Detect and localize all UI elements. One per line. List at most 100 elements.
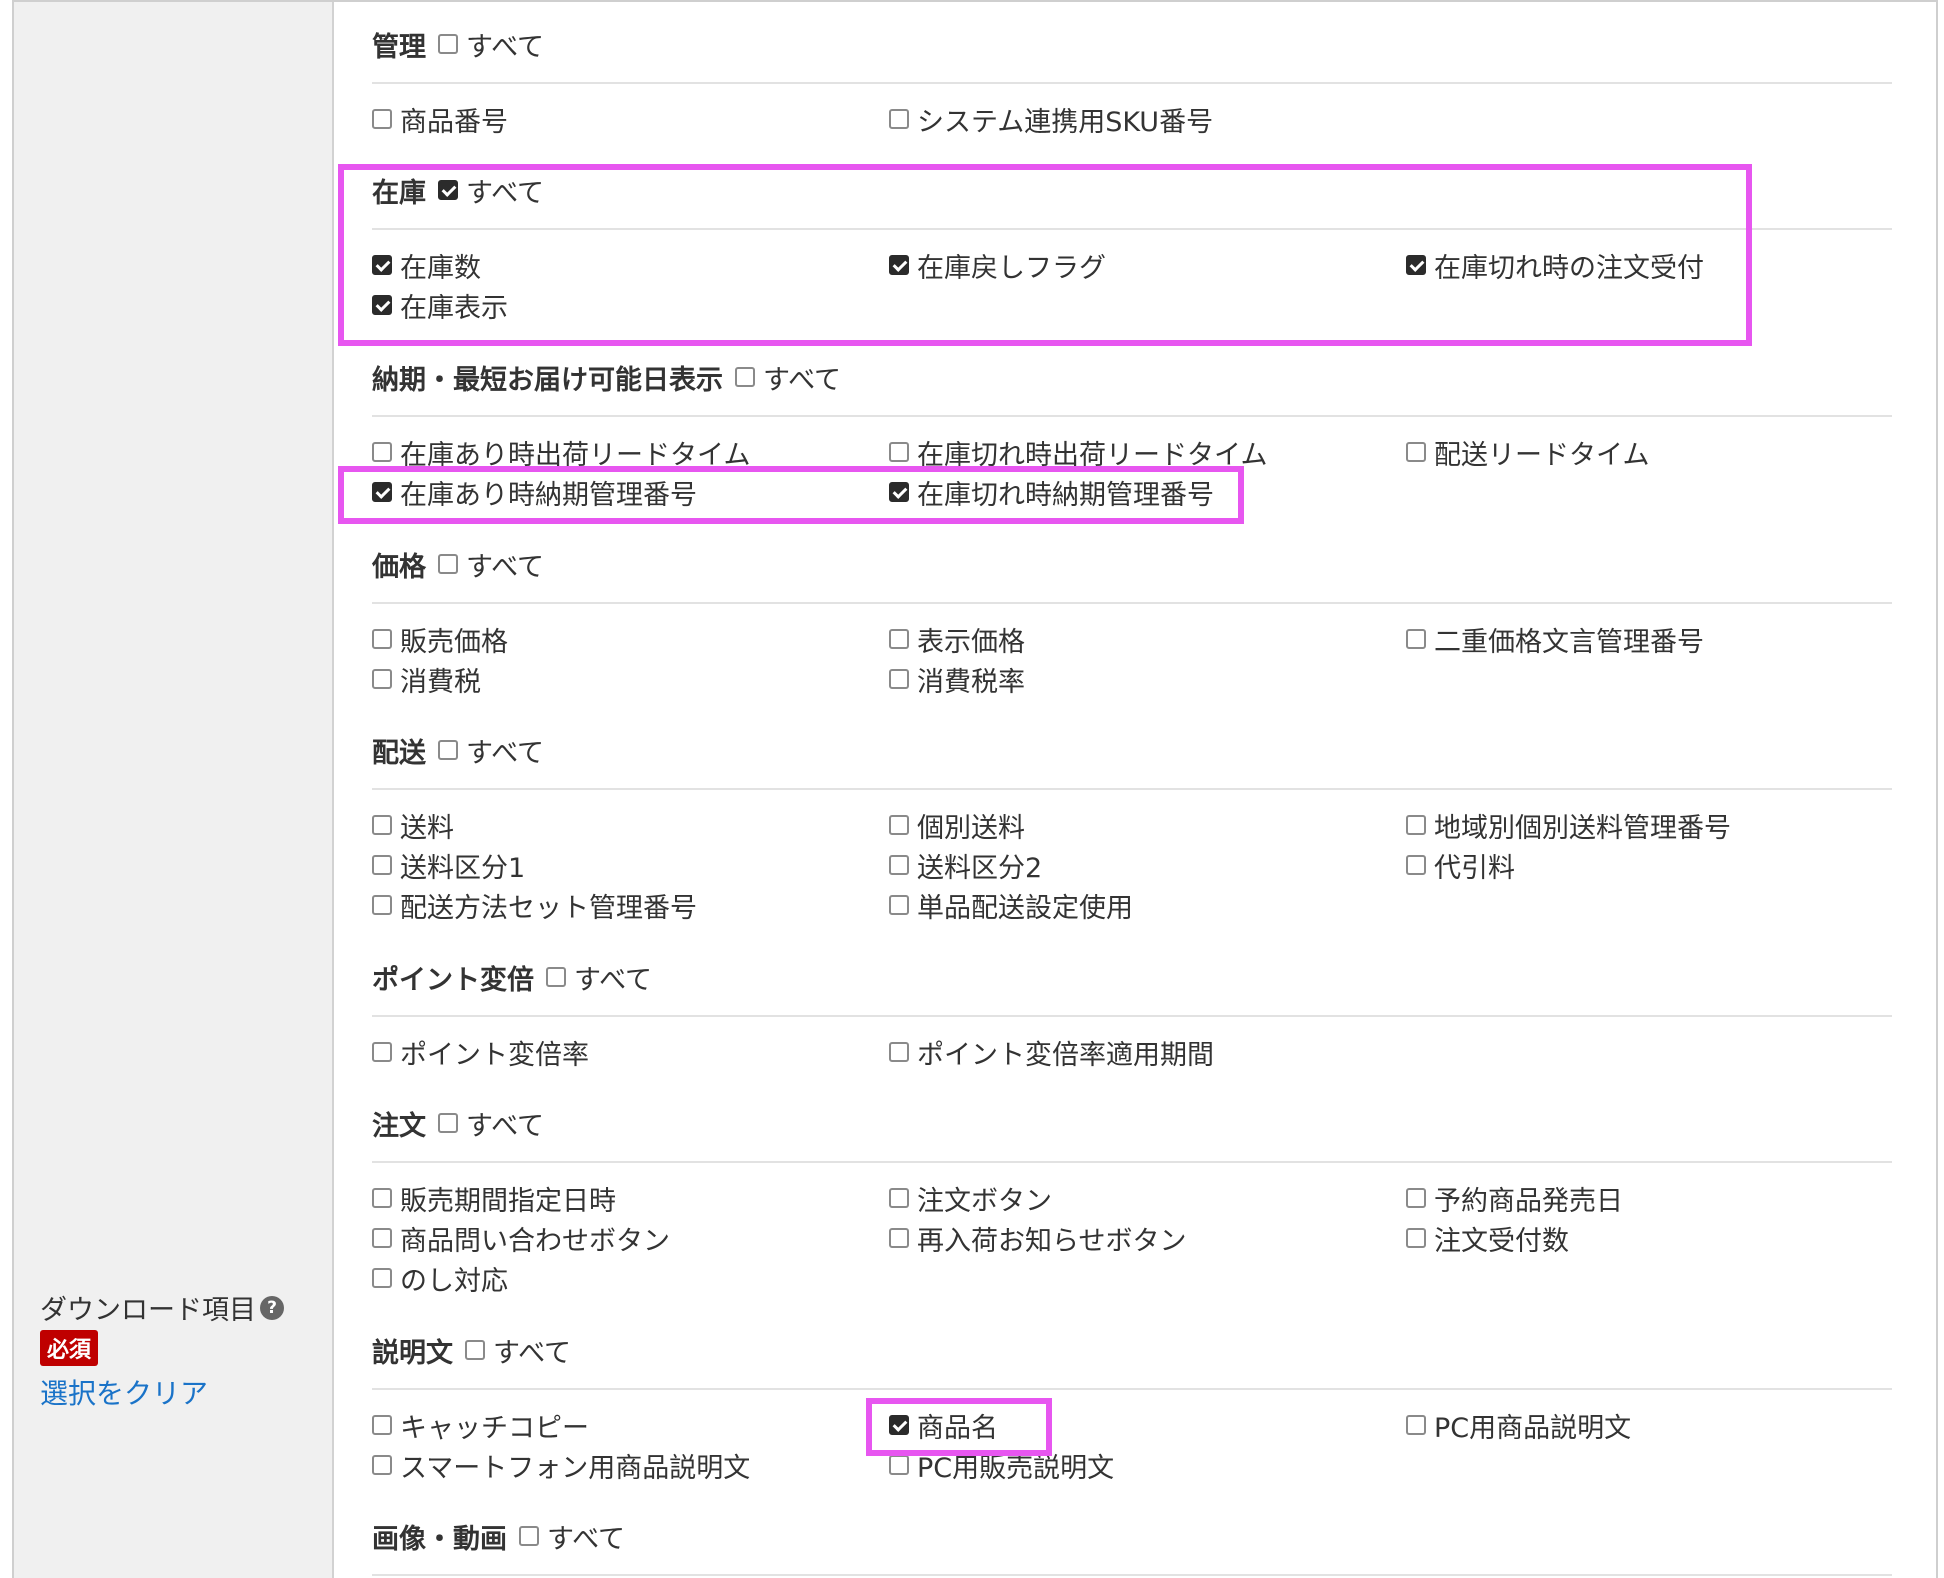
checkbox-item[interactable]: スマートフォン用商品説明文 [372,1445,750,1485]
checkbox-item[interactable]: 商品問い合わせボタン [372,1218,670,1258]
checkbox-box[interactable] [372,669,392,689]
checkbox-item[interactable]: 配送方法セット管理番号 [372,885,697,925]
checkbox-item[interactable]: 注文受付数 [1406,1218,1569,1258]
checkbox-box[interactable] [372,629,392,649]
checkbox-box[interactable] [889,1455,909,1475]
checkbox-item[interactable]: のし対応 [372,1258,508,1298]
checkbox-box[interactable] [1406,855,1426,875]
checkbox-item[interactable]: 商品番号 [372,99,508,139]
checkbox-box[interactable] [372,255,392,275]
checkbox-item[interactable]: 在庫あり時納期管理番号 [372,472,697,512]
checkbox-box[interactable] [889,855,909,875]
checkbox-box[interactable] [372,1228,392,1248]
checkbox-box[interactable] [546,967,566,987]
checkbox-box[interactable] [372,815,392,835]
checkbox-item[interactable]: 表示価格 [889,619,1025,659]
select-all-checkbox[interactable]: すべて [546,957,652,997]
checkbox-box[interactable] [735,367,755,387]
clear-selection-link[interactable]: 選択をクリア [40,1372,208,1412]
select-all-checkbox[interactable]: すべて [465,1330,571,1370]
checkbox-box[interactable] [372,1455,392,1475]
checkbox-item[interactable]: PC用商品説明文 [1406,1405,1631,1445]
checkbox-item[interactable]: ポイント変倍率適用期間 [889,1032,1214,1072]
checkbox-box[interactable] [1406,442,1426,462]
checkbox-box[interactable] [1406,255,1426,275]
checkbox-box[interactable] [519,1526,539,1546]
checkbox-box[interactable] [372,482,392,502]
checkbox-box[interactable] [889,669,909,689]
checkbox-box[interactable] [889,482,909,502]
checkbox-box[interactable] [889,895,909,915]
section-header-kanri: 管理 すべて [372,24,544,64]
checkbox-box[interactable] [1406,1188,1426,1208]
checkbox-item[interactable]: 送料区分1 [372,845,525,885]
checkbox-box[interactable] [372,855,392,875]
checkbox-item[interactable]: 送料区分2 [889,845,1042,885]
checkbox-item[interactable]: 送料 [372,805,454,845]
checkbox-item[interactable]: 個別送料 [889,805,1025,845]
checkbox-box[interactable] [438,554,458,574]
checkbox-item[interactable]: ポイント変倍率 [372,1032,589,1072]
checkbox-item[interactable]: 在庫数 [372,245,481,285]
checkbox-box[interactable] [889,815,909,835]
checkbox-box[interactable] [372,109,392,129]
checkbox-item[interactable]: 商品名 [889,1405,998,1445]
checkbox-item[interactable]: 代引料 [1406,845,1515,885]
select-all-checkbox[interactable]: すべて [438,730,544,770]
select-all-checkbox[interactable]: すべて [438,24,544,64]
checkbox-item[interactable]: 販売価格 [372,619,508,659]
question-circle-icon[interactable]: ? [260,1295,284,1320]
checkbox-box[interactable] [438,740,458,760]
checkbox-box[interactable] [1406,1228,1426,1248]
checkbox-box[interactable] [1406,1415,1426,1435]
checkbox-box[interactable] [438,1113,458,1133]
checkbox-item[interactable]: キャッチコピー [372,1405,589,1445]
checkbox-box[interactable] [889,255,909,275]
select-all-checkbox[interactable]: すべて [438,544,544,584]
checkbox-box[interactable] [889,442,909,462]
checkbox-item[interactable]: 消費税率 [889,659,1025,699]
section-header-haisou: 配送 すべて [372,730,544,770]
checkbox-item[interactable]: PC用販売説明文 [889,1445,1114,1485]
checkbox-item[interactable]: 消費税 [372,659,481,699]
select-all-checkbox[interactable]: すべて [735,357,841,397]
select-all-checkbox[interactable]: すべて [519,1516,625,1556]
checkbox-box[interactable] [372,1268,392,1288]
checkbox-box[interactable] [372,895,392,915]
checkbox-box[interactable] [372,1415,392,1435]
checkbox-item[interactable]: 在庫表示 [372,285,508,325]
checkbox-box[interactable] [889,629,909,649]
checkbox-box[interactable] [889,109,909,129]
checkbox-box[interactable] [889,1228,909,1248]
checkbox-box[interactable] [372,295,392,315]
checkbox-box[interactable] [372,1042,392,1062]
select-all-checkbox[interactable]: すべて [438,1103,544,1143]
checkbox-box[interactable] [372,442,392,462]
checkbox-item[interactable]: 地域別個別送料管理番号 [1406,805,1731,845]
checkbox-item[interactable]: 注文ボタン [889,1178,1052,1218]
checkbox-item[interactable]: 在庫切れ時納期管理番号 [889,472,1214,512]
checkbox-item[interactable]: 二重価格文言管理番号 [1406,619,1704,659]
checkbox-item[interactable]: 単品配送設定使用 [889,885,1133,925]
checkbox-box[interactable] [889,1042,909,1062]
checkbox-box[interactable] [438,34,458,54]
checkbox-label: すべて [466,737,545,769]
checkbox-label: 在庫切れ時納期管理番号 [917,479,1214,511]
checkbox-item[interactable]: 販売期間指定日時 [372,1178,616,1218]
checkbox-box[interactable] [889,1188,909,1208]
checkbox-item[interactable]: 在庫切れ時の注文受付 [1406,245,1704,285]
checkbox-item[interactable]: 配送リードタイム [1406,432,1649,472]
checkbox-box[interactable] [1406,629,1426,649]
checkbox-item[interactable]: 在庫あり時出荷リードタイム [372,432,750,472]
checkbox-item[interactable]: 在庫戻しフラグ [889,245,1106,285]
select-all-checkbox[interactable]: すべて [438,170,544,210]
checkbox-item[interactable]: 再入荷お知らせボタン [889,1218,1186,1258]
checkbox-box[interactable] [465,1340,485,1360]
checkbox-box[interactable] [372,1188,392,1208]
checkbox-box[interactable] [889,1415,909,1435]
checkbox-box[interactable] [1406,815,1426,835]
checkbox-box[interactable] [438,180,458,200]
checkbox-item[interactable]: 予約商品発売日 [1406,1178,1623,1218]
checkbox-item[interactable]: システム連携用SKU番号 [889,99,1213,139]
checkbox-item[interactable]: 在庫切れ時出荷リードタイム [889,432,1267,472]
